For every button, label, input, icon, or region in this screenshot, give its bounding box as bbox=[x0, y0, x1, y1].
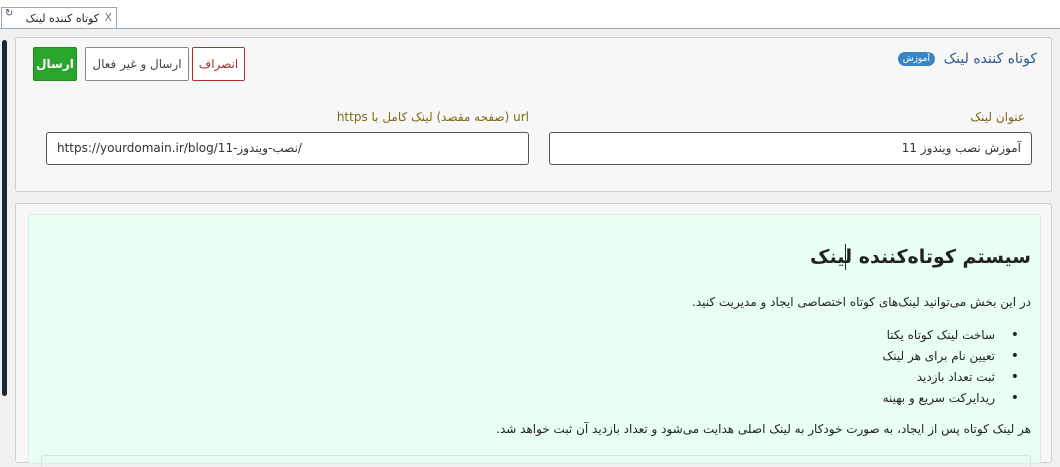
list-item: ثبت تعداد بازدید bbox=[631, 368, 1031, 389]
scrollbar[interactable] bbox=[2, 40, 7, 396]
list-item: ساخت لینک کوتاه یکتا bbox=[631, 326, 1031, 347]
send-button[interactable]: ارسال bbox=[33, 47, 77, 81]
url-input[interactable]: https://yourdomain.ir/blog/11-نصب-ویندوز… bbox=[46, 132, 529, 165]
info-intro: در این بخش می‌توانید لینک‌های کوتاه اختص… bbox=[692, 295, 1031, 309]
nested-box bbox=[41, 455, 1031, 467]
tab-link-shortener[interactable]: ↻ کوتاه کننده لینک X bbox=[1, 7, 117, 28]
url-label: url (صفحه مقصد) لینک کامل با https bbox=[336, 110, 529, 124]
refresh-icon[interactable]: ↻ bbox=[5, 9, 13, 19]
link-title-input[interactable]: آموزش نصب ویندوز 11 bbox=[549, 132, 1032, 165]
send-and-deactivate-button[interactable]: ارسال و غیر فعال bbox=[85, 47, 189, 81]
page-title: کوتاه کننده لینک bbox=[943, 51, 1037, 67]
info-heading: سیستم کوتاه‌کننده لینک bbox=[810, 246, 1031, 268]
info-box: سیستم کوتاه‌کننده لینک در این بخش می‌توا… bbox=[28, 214, 1041, 467]
feature-list: ساخت لینک کوتاه یکتا تعیین نام برای هر ل… bbox=[631, 326, 1031, 410]
info-panel: سیستم کوتاه‌کننده لینک در این بخش می‌توا… bbox=[15, 203, 1052, 467]
tutorial-badge[interactable]: آموزش bbox=[897, 52, 935, 66]
tab-bar: ↻ کوتاه کننده لینک X bbox=[0, 0, 1060, 29]
info-footer: هر لینک کوتاه پس از ایجاد، به صورت خودکا… bbox=[496, 422, 1031, 436]
link-title-label: عنوان لینک bbox=[970, 110, 1025, 124]
close-icon[interactable]: X bbox=[104, 11, 112, 24]
form-panel: کوتاه کننده لینک آموزش ارسال ارسال و غیر… bbox=[15, 37, 1052, 192]
cancel-button[interactable]: انصراف bbox=[192, 47, 245, 81]
list-item: ریدایرکت سریع و بهینه bbox=[631, 389, 1031, 410]
list-item: تعیین نام برای هر لینک bbox=[631, 347, 1031, 368]
tab-title: کوتاه کننده لینک bbox=[25, 12, 99, 25]
